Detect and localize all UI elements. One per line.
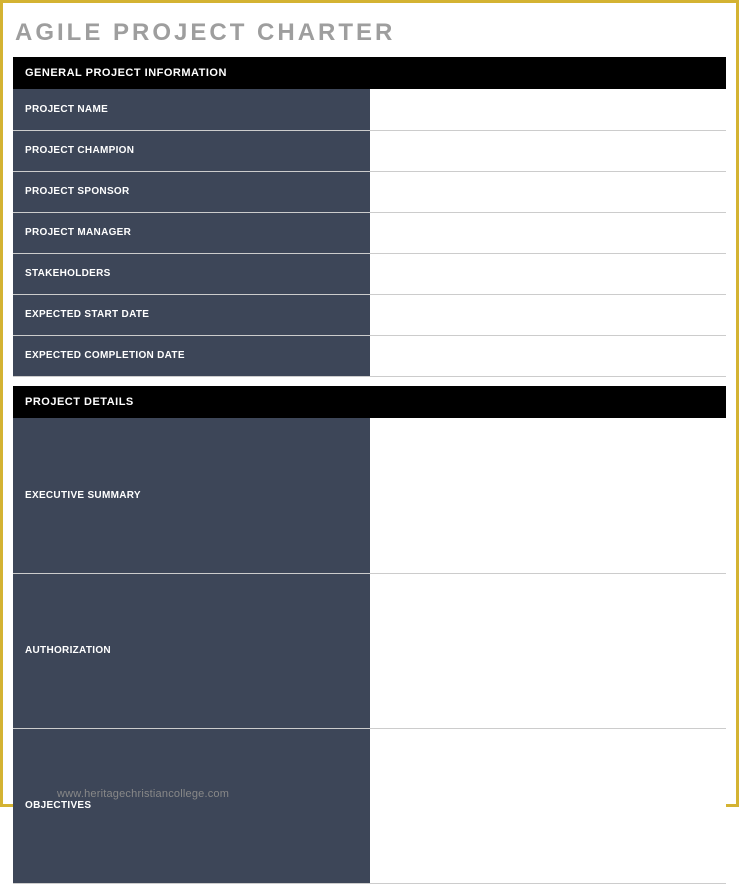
- row-stakeholders: STAKEHOLDERS: [13, 253, 726, 294]
- document-border: AGILE PROJECT CHARTER GENERAL PROJECT IN…: [0, 0, 739, 807]
- value-project-sponsor[interactable]: [370, 171, 727, 212]
- label-authorization: AUTHORIZATION: [13, 573, 370, 728]
- value-stakeholders[interactable]: [370, 253, 727, 294]
- label-stakeholders: STAKEHOLDERS: [13, 253, 370, 294]
- value-project-name[interactable]: [370, 89, 727, 130]
- section-spacer: [13, 376, 726, 386]
- label-project-champion: PROJECT CHAMPION: [13, 130, 370, 171]
- label-project-sponsor: PROJECT SPONSOR: [13, 171, 370, 212]
- row-project-name: PROJECT NAME: [13, 89, 726, 130]
- section-header-general: GENERAL PROJECT INFORMATION: [13, 57, 726, 89]
- value-executive-summary[interactable]: [370, 418, 727, 573]
- row-authorization: AUTHORIZATION: [13, 573, 726, 728]
- row-project-manager: PROJECT MANAGER: [13, 212, 726, 253]
- label-expected-start: EXPECTED START DATE: [13, 294, 370, 335]
- value-expected-completion[interactable]: [370, 335, 727, 376]
- label-project-name: PROJECT NAME: [13, 89, 370, 130]
- value-expected-start[interactable]: [370, 294, 727, 335]
- row-expected-completion: EXPECTED COMPLETION DATE: [13, 335, 726, 376]
- row-project-sponsor: PROJECT SPONSOR: [13, 171, 726, 212]
- page-container: AGILE PROJECT CHARTER GENERAL PROJECT IN…: [5, 5, 734, 802]
- value-project-champion[interactable]: [370, 130, 727, 171]
- charter-table: GENERAL PROJECT INFORMATION PROJECT NAME…: [13, 57, 726, 884]
- label-project-manager: PROJECT MANAGER: [13, 212, 370, 253]
- section-header-details: PROJECT DETAILS: [13, 386, 726, 418]
- row-expected-start: EXPECTED START DATE: [13, 294, 726, 335]
- label-executive-summary: EXECUTIVE SUMMARY: [13, 418, 370, 573]
- value-project-manager[interactable]: [370, 212, 727, 253]
- row-objectives: OBJECTIVES: [13, 728, 726, 883]
- row-executive-summary: EXECUTIVE SUMMARY: [13, 418, 726, 573]
- value-authorization[interactable]: [370, 573, 727, 728]
- section-header-details-label: PROJECT DETAILS: [13, 386, 726, 418]
- row-project-champion: PROJECT CHAMPION: [13, 130, 726, 171]
- value-objectives[interactable]: [370, 728, 727, 883]
- section-header-general-label: GENERAL PROJECT INFORMATION: [13, 57, 726, 89]
- label-expected-completion: EXPECTED COMPLETION DATE: [13, 335, 370, 376]
- document-title: AGILE PROJECT CHARTER: [15, 19, 726, 47]
- watermark-text: www.heritagechristiancollege.com: [57, 788, 229, 800]
- label-objectives: OBJECTIVES: [13, 728, 370, 883]
